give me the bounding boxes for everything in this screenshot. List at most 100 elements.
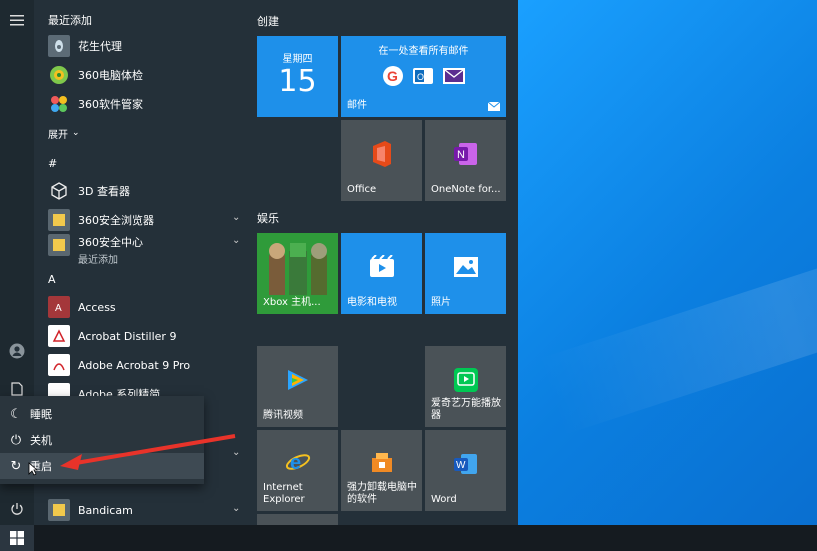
app-label: Bandicam xyxy=(78,503,133,517)
film-icon xyxy=(369,254,394,277)
app-item-acrobat-distiller[interactable]: Acrobat Distiller 9 xyxy=(48,323,244,349)
a-header: A xyxy=(48,273,56,286)
app-label: Access xyxy=(78,300,116,314)
app-item-360-software[interactable]: 360软件管家 xyxy=(48,91,244,117)
expand-button[interactable]: 展开 ⌄ xyxy=(48,120,108,146)
chevron-down-icon[interactable]: ⌄ xyxy=(232,212,240,223)
tile-mail[interactable]: 在一处查看所有邮件 G O 邮件 xyxy=(341,36,506,117)
moon-icon: ☾ xyxy=(10,406,22,422)
start-menu: 最近添加 花生代理 360电脑体检 360软件管家 展开 ⌄ # 3D 查看器 … xyxy=(0,0,518,525)
folder-icon xyxy=(48,209,70,231)
svg-text:e: e xyxy=(290,452,301,474)
app-label: Adobe Acrobat 9 Pro xyxy=(78,358,191,372)
hash-header: # xyxy=(48,157,58,170)
app-label: 360软件管家 xyxy=(78,98,143,111)
uninstall-label: 强力卸载电脑中 的软件 xyxy=(347,482,417,505)
app-item-3d-viewer[interactable]: 3D 查看器 xyxy=(48,178,244,204)
uninstall-box-icon xyxy=(371,452,392,472)
app-item-peanut-proxy[interactable]: 花生代理 xyxy=(48,33,244,59)
app-label: 360安全浏览器 xyxy=(78,214,154,227)
calendar-weekday: 星期四 xyxy=(282,54,313,65)
onenote-label: OneNote for... xyxy=(431,184,501,195)
outlook-icon: O xyxy=(412,68,433,84)
ie-label: Internet Explorer xyxy=(263,482,305,505)
app-sublabel: 最近添加 xyxy=(78,255,118,266)
chevron-down-icon[interactable]: ⌄ xyxy=(232,235,240,246)
access-icon: A xyxy=(48,296,70,318)
folder-icon xyxy=(48,234,70,256)
mail-label: 邮件 xyxy=(347,100,367,111)
user-avatar-icon[interactable] xyxy=(4,339,30,363)
app-item-360-checkup[interactable]: 360电脑体检 xyxy=(48,62,244,88)
office-icon xyxy=(372,140,391,167)
svg-text:W: W xyxy=(456,460,466,471)
tile-iqiyi-player[interactable]: 爱奇艺万能播放器 xyxy=(425,346,506,427)
hamburger-menu-icon[interactable] xyxy=(4,8,30,32)
tile-calendar[interactable]: 星期四 15 xyxy=(257,36,338,117)
power-icon: ⏻ xyxy=(10,432,22,448)
tile-uninstaller[interactable]: 强力卸载电脑中 的软件 xyxy=(341,430,422,511)
photos-label: 照片 xyxy=(431,297,451,308)
acrobat-distiller-icon xyxy=(48,325,70,347)
desktop-background xyxy=(518,0,817,525)
group-title-entertainment: 娱乐 xyxy=(257,212,279,225)
annotation-arrow xyxy=(60,434,236,470)
group-title-create: 创建 xyxy=(257,15,279,28)
folder-icon xyxy=(48,499,70,521)
power-icon[interactable] xyxy=(4,497,30,521)
tile-word[interactable]: W Word xyxy=(425,430,506,511)
svg-text:O: O xyxy=(417,72,424,82)
app-label: 360安全中心 xyxy=(78,236,143,249)
photo-icon xyxy=(453,256,478,277)
power-menu-sleep[interactable]: ☾ 睡眠 xyxy=(0,401,204,427)
desktop-light-beam xyxy=(537,204,817,436)
restart-icon: ↻ xyxy=(10,458,22,474)
iqiyi-icon xyxy=(453,367,478,392)
tile-tencent-video[interactable]: 腾讯视频 xyxy=(257,346,338,427)
tencent-video-label: 腾讯视频 xyxy=(263,410,303,421)
app-label: 3D 查看器 xyxy=(78,185,130,198)
internet-explorer-icon: e xyxy=(285,452,310,474)
app-item-access[interactable]: A Access xyxy=(48,294,244,320)
app-label: 360电脑体检 xyxy=(78,69,143,82)
360-software-icon xyxy=(48,93,70,115)
tile-onenote[interactable]: N OneNote for... xyxy=(425,120,506,201)
mail-providers: G O xyxy=(382,65,466,87)
tile-internet-explorer[interactable]: e Internet Explorer xyxy=(257,430,338,511)
app-item-360-security[interactable]: 360安全中心 最近添加 xyxy=(48,230,244,266)
tile-movies-tv[interactable]: 电影和电视 xyxy=(341,233,422,314)
onenote-icon: N xyxy=(453,142,477,165)
app-item-bandicam[interactable]: Bandicam xyxy=(48,497,244,523)
adobe-acrobat-icon xyxy=(48,354,70,376)
iqiyi-label: 爱奇艺万能播放器 xyxy=(431,398,501,421)
tencent-video-icon xyxy=(287,369,308,390)
recent-header: 最近添加 xyxy=(48,14,92,27)
app-item-adobe-acrobat[interactable]: Adobe Acrobat 9 Pro xyxy=(48,352,244,378)
mouse-cursor-icon xyxy=(28,462,38,476)
mail-headline: 在一处查看所有邮件 xyxy=(378,46,469,57)
app-label: 花生代理 xyxy=(78,40,122,53)
taskbar xyxy=(0,525,817,551)
expand-label: 展开 xyxy=(48,129,68,141)
tile-xbox[interactable]: Xbox 主机... xyxy=(257,233,338,314)
envelope-icon xyxy=(442,68,465,84)
tile-photos[interactable]: 照片 xyxy=(425,233,506,314)
svg-text:N: N xyxy=(457,149,465,161)
power-menu-label: 睡眠 xyxy=(30,408,52,421)
xbox-characters-icon xyxy=(268,242,327,295)
office-label: Office xyxy=(347,184,377,195)
xbox-label: Xbox 主机... xyxy=(263,297,321,308)
svg-text:G: G xyxy=(387,68,398,84)
google-icon: G xyxy=(382,66,403,86)
word-icon: W xyxy=(453,453,477,474)
windows-start-icon[interactable] xyxy=(0,525,34,551)
tile-partial[interactable] xyxy=(257,514,338,525)
peanut-proxy-icon xyxy=(48,35,70,57)
app-label: Acrobat Distiller 9 xyxy=(78,329,177,343)
tile-office[interactable]: Office xyxy=(341,120,422,201)
chevron-down-icon[interactable]: ⌄ xyxy=(232,503,240,514)
calendar-day: 15 xyxy=(278,64,317,99)
3d-viewer-icon xyxy=(48,180,70,202)
word-label: Word xyxy=(431,494,457,505)
chevron-down-icon: ⌄ xyxy=(72,128,80,138)
